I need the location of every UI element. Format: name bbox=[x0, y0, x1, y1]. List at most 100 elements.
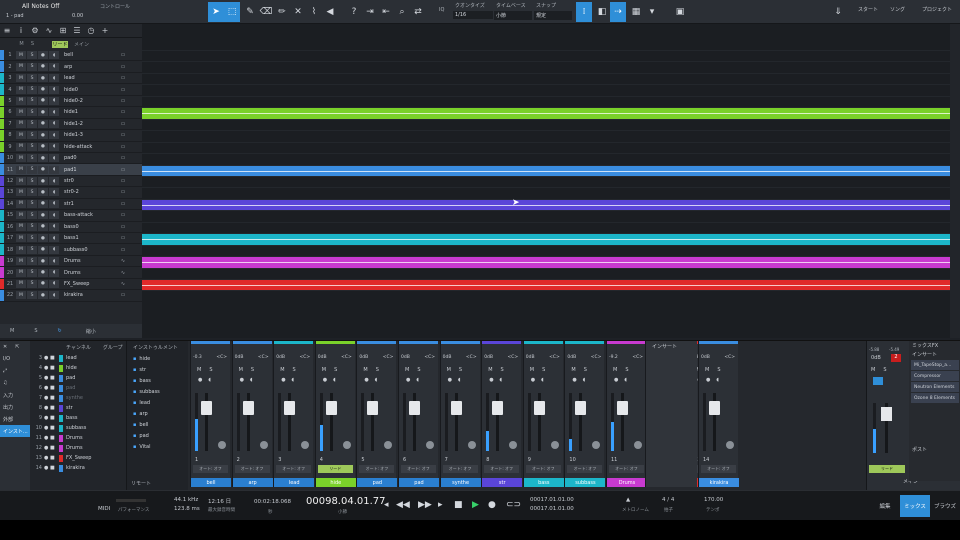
loop-end[interactable]: 00017.01.01.00 bbox=[530, 506, 574, 512]
arrange-lane[interactable] bbox=[142, 130, 950, 141]
monitor-icon[interactable]: ◖ bbox=[49, 177, 59, 186]
record-arm-icon[interactable]: ● bbox=[38, 165, 48, 174]
arrange-lane[interactable] bbox=[142, 141, 950, 153]
track-mute-button[interactable]: M bbox=[16, 131, 26, 140]
track-solo-button[interactable]: S bbox=[27, 257, 37, 266]
monitor-icon[interactable]: ◖ bbox=[49, 96, 59, 105]
record-arm-icon[interactable]: ● bbox=[38, 142, 48, 151]
track-row[interactable]: 2 M S ● ◖ arp ▭ bbox=[0, 61, 142, 73]
monitor-icon[interactable]: ◖ bbox=[49, 279, 59, 288]
instrument-icon[interactable]: ▭ bbox=[118, 201, 128, 207]
strip-name[interactable]: pad bbox=[399, 478, 439, 487]
visible-check-icon[interactable]: ■ bbox=[50, 405, 56, 411]
track-mute-button[interactable]: M bbox=[16, 188, 26, 197]
track-name[interactable]: FX_Sweep bbox=[64, 281, 118, 287]
strip-fader-cap[interactable] bbox=[617, 401, 628, 415]
track-name[interactable]: str0 bbox=[64, 178, 118, 184]
instrument-icon[interactable]: ∿ bbox=[118, 258, 128, 264]
track-mute-button[interactable]: M bbox=[16, 108, 26, 117]
track-row[interactable]: 16 M S ● ◖ bass0 ▭ bbox=[0, 221, 142, 233]
instrument-item[interactable]: pad bbox=[127, 430, 188, 441]
record-arm-icon[interactable]: ● bbox=[38, 291, 48, 300]
list-item[interactable]: 6 ● ■ pad bbox=[30, 383, 126, 393]
strip-record-monitor[interactable]: ●◖ bbox=[706, 377, 725, 383]
track-name[interactable]: pad0 bbox=[64, 155, 118, 161]
strip-automation[interactable]: オート: オフ bbox=[484, 465, 520, 473]
visible-check-icon[interactable]: ■ bbox=[50, 355, 56, 361]
arrange-lane[interactable] bbox=[142, 221, 950, 233]
track-row[interactable]: 9 M S ● ◖ hide-attack ▭ bbox=[0, 141, 142, 153]
close-icon[interactable]: ✕ bbox=[3, 344, 7, 350]
mix-fx-header[interactable]: ミックスFX bbox=[909, 341, 960, 350]
track-row[interactable]: 22 M S ● ◖ kirakira ▭ bbox=[0, 290, 142, 302]
instrument-item[interactable]: hide bbox=[127, 353, 188, 364]
arrange-lane[interactable] bbox=[142, 72, 950, 84]
strip-pan[interactable]: <C> bbox=[591, 355, 602, 360]
track-row[interactable]: 5 M S ● ◖ hide0-2 ▭ bbox=[0, 95, 142, 108]
track-row[interactable]: 20 M S ● ◖ Drums ∿ bbox=[0, 267, 142, 279]
strip-name[interactable]: bell bbox=[191, 478, 231, 487]
list-item[interactable]: 3 ● ■ lead bbox=[30, 353, 126, 363]
mixer-side-tab[interactable]: 入力 bbox=[0, 389, 30, 401]
track-solo-button[interactable]: S bbox=[27, 177, 37, 186]
main-mono-button[interactable] bbox=[873, 377, 883, 385]
vertical-scrollbar[interactable] bbox=[950, 24, 960, 338]
view-tab[interactable]: 編集 bbox=[870, 495, 900, 517]
track-solo-button[interactable]: S bbox=[27, 199, 37, 208]
monitor-icon[interactable]: ◖ bbox=[49, 257, 59, 266]
visible-check-icon[interactable]: ■ bbox=[50, 455, 56, 461]
strip-volume[interactable]: 0dB bbox=[567, 355, 576, 360]
strip-pan[interactable]: <C> bbox=[383, 355, 394, 360]
strip-name[interactable]: lead bbox=[274, 478, 315, 487]
strip-volume[interactable]: 0dB bbox=[443, 355, 452, 360]
record-arm-icon[interactable]: ● bbox=[38, 279, 48, 288]
visible-check-icon[interactable]: ■ bbox=[50, 465, 56, 471]
strip-mute-solo[interactable]: MS bbox=[571, 367, 595, 373]
strip-pan-knob[interactable] bbox=[301, 441, 310, 449]
strip-pan-knob[interactable] bbox=[592, 441, 601, 449]
instrument-icon[interactable]: ∿ bbox=[118, 270, 128, 276]
track-solo-button[interactable]: S bbox=[27, 85, 37, 94]
instrument-icon[interactable]: ▭ bbox=[118, 155, 128, 161]
monitor-icon[interactable]: ◖ bbox=[49, 165, 59, 174]
list-item[interactable]: 12 ● ■ Drums bbox=[30, 443, 126, 453]
strip-automation[interactable]: オート: オフ bbox=[234, 465, 270, 473]
instrument-icon[interactable]: ▭ bbox=[118, 178, 128, 184]
track-solo-button[interactable]: S bbox=[27, 51, 37, 60]
strip-pan-knob[interactable] bbox=[218, 441, 226, 449]
track-solo-button[interactable]: S bbox=[27, 165, 37, 174]
add-track-icon[interactable]: + bbox=[98, 26, 112, 35]
track-row[interactable]: 17 M S ● ◖ bass1 ▭ bbox=[0, 233, 142, 245]
instrument-item[interactable]: lead bbox=[127, 397, 188, 408]
arrange-lane[interactable] bbox=[142, 153, 950, 164]
strip-automation[interactable]: オート: オフ bbox=[442, 465, 478, 473]
strip-automation[interactable]: オート: オフ bbox=[359, 465, 395, 473]
strip-fader-cap[interactable] bbox=[201, 401, 212, 415]
track-name[interactable]: hide-attack bbox=[64, 144, 118, 150]
track-name[interactable]: lead bbox=[64, 75, 118, 81]
strip-record-monitor[interactable]: ●◖ bbox=[323, 377, 342, 383]
record-arm-icon[interactable]: ● bbox=[38, 96, 48, 105]
strip-mute-solo[interactable]: MS bbox=[447, 367, 471, 373]
strip-pan-knob[interactable] bbox=[259, 441, 268, 449]
instrument-icon[interactable]: ▭ bbox=[118, 235, 128, 241]
strip-pan-knob[interactable] bbox=[426, 441, 434, 449]
monitor-icon[interactable]: ◖ bbox=[49, 245, 59, 254]
track-name[interactable]: bass1 bbox=[64, 235, 118, 241]
track-mute-button[interactable]: M bbox=[16, 257, 26, 266]
arrange-lane[interactable] bbox=[142, 244, 950, 256]
arrange-lane[interactable] bbox=[142, 290, 950, 301]
insert-panel[interactable]: インサート bbox=[645, 341, 697, 487]
record-arm-icon[interactable]: ● bbox=[38, 131, 48, 140]
track-row[interactable]: 15 M S ● ◖ bass-attack ▭ bbox=[0, 210, 142, 222]
track-name[interactable]: Drums bbox=[64, 258, 118, 264]
monitor-icon[interactable]: ◖ bbox=[49, 291, 59, 300]
track-solo-button[interactable]: S bbox=[27, 245, 37, 254]
strip-volume[interactable]: 0dB bbox=[484, 355, 493, 360]
snap-icon[interactable]: ⇄ bbox=[410, 2, 426, 22]
mixer-side-tab[interactable]: 出力 bbox=[0, 401, 30, 413]
strip-mute-solo[interactable]: MS bbox=[405, 367, 429, 373]
grid-icon[interactable]: ▦ bbox=[628, 2, 644, 22]
group-tab[interactable]: グループ bbox=[103, 344, 123, 351]
monitor-icon[interactable]: ◖ bbox=[49, 119, 59, 128]
